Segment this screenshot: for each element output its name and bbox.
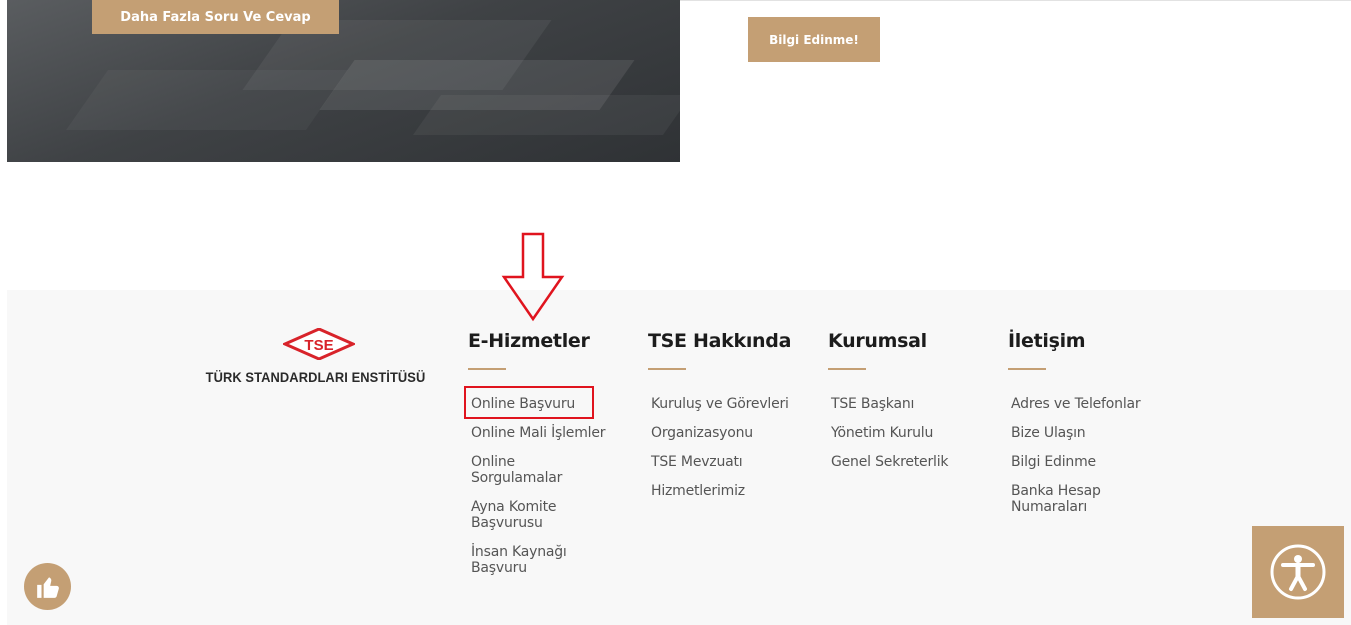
accessibility-button[interactable]	[1252, 526, 1344, 618]
footer-link-bize-ulasin[interactable]: Bize Ulaşın	[1008, 425, 1183, 441]
footer-link-bilgi-edinme[interactable]: Bilgi Edinme	[1008, 454, 1183, 470]
footer-link-online-basvuru[interactable]: Online Başvuru	[468, 396, 643, 412]
column-underline	[1008, 368, 1046, 370]
footer-link-tse-baskani[interactable]: TSE Başkanı	[828, 396, 1003, 412]
column-title: TSE Hakkında	[648, 330, 792, 352]
tse-logo-mark: TSE	[283, 328, 355, 360]
footer-column-e-hizmetler: E-Hizmetler Online Başvuru Online Mali İ…	[468, 330, 643, 589]
column-links: Kuruluş ve Görevleri Organizasyonu TSE M…	[648, 396, 823, 499]
down-arrow-icon	[501, 232, 565, 322]
accessibility-icon	[1270, 544, 1326, 600]
footer-link-hizmetlerimiz[interactable]: Hizmetlerimiz	[648, 483, 823, 499]
footer-link-adres-ve-telefonlar[interactable]: Adres ve Telefonlar	[1008, 396, 1183, 412]
like-button[interactable]	[24, 563, 71, 610]
column-underline	[648, 368, 686, 370]
footer-link-ayna-komite-basvurusu[interactable]: Ayna Komite Başvurusu	[468, 499, 578, 531]
column-title: İletişim	[1008, 330, 1086, 352]
footer-link-organizasyonu[interactable]: Organizasyonu	[648, 425, 823, 441]
footer-link-yonetim-kurulu[interactable]: Yönetim Kurulu	[828, 425, 1003, 441]
footer-link-online-mali-islemler[interactable]: Online Mali İşlemler	[468, 425, 643, 441]
logo-mark-text: TSE	[304, 337, 333, 354]
footer-column-tse-hakkinda: TSE Hakkında Kuruluş ve Görevleri Organi…	[648, 330, 823, 512]
footer-column-kurumsal: Kurumsal TSE Başkanı Yönetim Kurulu Gene…	[828, 330, 1003, 483]
divider	[680, 0, 1351, 1]
footer-link-insan-kaynagi-basvuru[interactable]: İnsan Kaynağı Başvuru	[468, 544, 598, 576]
hero-paper-sheet	[412, 95, 680, 135]
footer-link-tse-mevzuati[interactable]: TSE Mevzuatı	[648, 454, 823, 470]
column-links: Adres ve Telefonlar Bize Ulaşın Bilgi Ed…	[1008, 396, 1183, 515]
footer-column-iletisim: İletişim Adres ve Telefonlar Bize Ulaşın…	[1008, 330, 1183, 528]
logo-name: TÜRK STANDARDLARI ENSTİTÜSÜ	[205, 369, 426, 385]
column-underline	[468, 368, 506, 370]
footer-link-banka-hesap-numaralari[interactable]: Banka Hesap Numaraları	[1008, 483, 1118, 515]
column-title: E-Hizmetler	[468, 330, 590, 352]
column-title: Kurumsal	[828, 330, 927, 352]
column-links: TSE Başkanı Yönetim Kurulu Genel Sekrete…	[828, 396, 1003, 470]
footer-link-kurulus-ve-gorevleri[interactable]: Kuruluş ve Görevleri	[648, 396, 823, 412]
thumbs-up-icon	[36, 576, 59, 598]
footer-link-genel-sekreterlik[interactable]: Genel Sekreterlik	[828, 454, 1003, 470]
column-underline	[828, 368, 866, 370]
more-qa-button[interactable]: Daha Fazla Soru Ve Cevap	[92, 0, 339, 34]
tse-logo[interactable]: TSE TÜRK STANDARDLARI ENSTİTÜSÜ	[193, 328, 438, 392]
info-request-button[interactable]: Bilgi Edinme!	[748, 17, 880, 62]
footer-link-online-sorgulamalar[interactable]: Online Sorgulamalar	[468, 454, 578, 486]
column-links: Online Başvuru Online Mali İşlemler Onli…	[468, 396, 643, 576]
